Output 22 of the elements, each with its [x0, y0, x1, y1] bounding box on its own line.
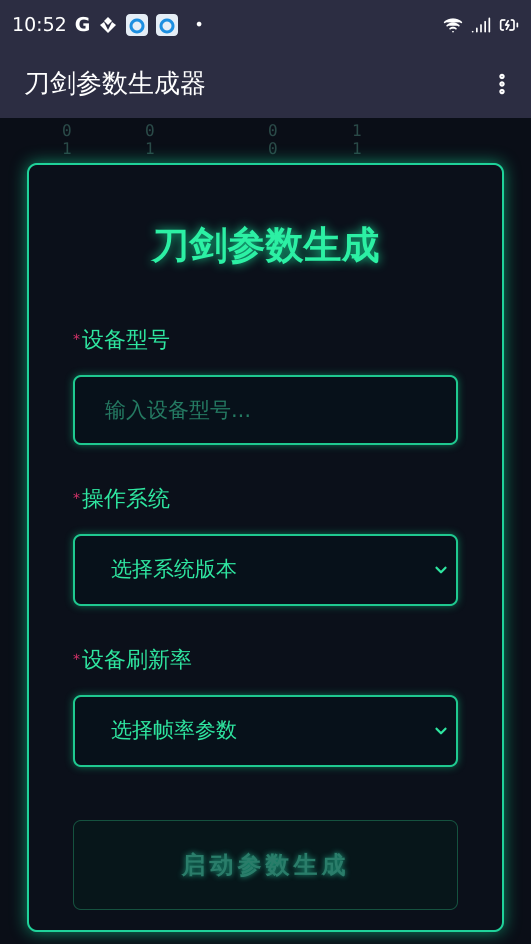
binary-digits: 11 [352, 122, 363, 158]
notification-dot: • [194, 14, 204, 36]
binary-digits: 01 [62, 122, 73, 158]
field-label: 操作系统 [82, 486, 170, 514]
field-label: 设备型号 [82, 327, 170, 355]
binary-digits: 00 [268, 122, 279, 158]
notification-letter: G [74, 12, 90, 38]
card-title: 刀剑参数生成 [150, 222, 380, 269]
select-field[interactable]: 选择帧率参数 [73, 695, 458, 767]
diamond-icon [98, 15, 118, 35]
field-label: 设备刷新率 [82, 647, 192, 675]
binary-digits: 01 [145, 122, 156, 158]
required-asterisk: * [73, 651, 80, 670]
select-field[interactable]: 选择系统版本 [73, 534, 458, 606]
app-icon [156, 14, 178, 36]
input-field[interactable]: 输入设备型号... [73, 375, 458, 445]
required-asterisk: * [73, 331, 80, 350]
status-time: 10:52 [12, 12, 67, 38]
app-icon [126, 14, 148, 36]
app-title: 刀剑参数生成器 [24, 68, 207, 100]
signal-icon [471, 15, 491, 35]
required-asterisk: * [73, 490, 80, 509]
